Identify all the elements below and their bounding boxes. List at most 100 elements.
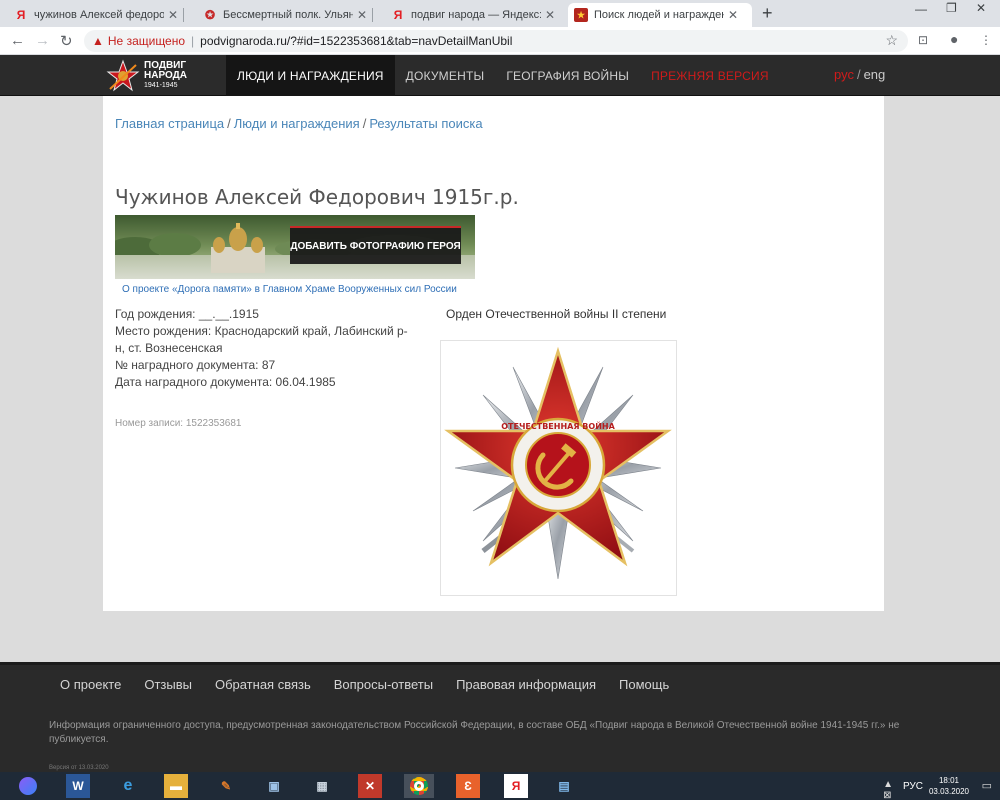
bookmark-star-icon[interactable]: ☆	[885, 32, 898, 49]
order-star-icon	[106, 59, 140, 92]
award-title: Орден Отечественной войны II степени	[446, 307, 667, 321]
main-menu: ЛЮДИ И НАГРАЖДЕНИЯ ДОКУМЕНТЫ ГЕОГРАФИЯ В…	[226, 55, 780, 96]
yandex-icon: Я	[393, 8, 403, 22]
footer-link-faq[interactable]: Вопросы-ответы	[334, 677, 433, 692]
lang-separator: /	[856, 67, 861, 82]
footer-link-about[interactable]: О проекте	[60, 677, 121, 692]
warning-icon: ▲	[92, 34, 104, 48]
breadcrumb-results[interactable]: Результаты поиска	[369, 116, 482, 131]
menu-people-awards[interactable]: ЛЮДИ И НАГРАЖДЕНИЯ	[226, 55, 395, 96]
ie-icon[interactable]: e	[116, 774, 140, 798]
person-info: Год рождения: __.__.1915 Место рождения:…	[115, 306, 415, 391]
add-hero-photo-button[interactable]: ДОБАВИТЬ ФОТОГРАФИЮ ГЕРОЯ	[290, 226, 461, 264]
new-tab-button[interactable]: +	[762, 3, 773, 24]
footer-legal-note: Информация ограниченного доступа, предус…	[49, 720, 900, 745]
app-icon[interactable]: Ɛ	[456, 774, 480, 798]
forward-icon[interactable]: →	[35, 32, 50, 49]
browser-tab-bar: Я чужинов Алексей федорович — ✕ ✪ Бессме…	[0, 0, 1000, 27]
minimize-icon[interactable]: —	[915, 2, 927, 16]
medal-inscription: ОТЕЧЕСТВЕННАЯ ВОЙНА	[501, 420, 615, 431]
clock[interactable]: 18:01 03.03.2020	[929, 775, 969, 797]
breadcrumb-home[interactable]: Главная страница	[115, 116, 224, 131]
profile-icon[interactable]: ●	[950, 31, 958, 47]
extension-icon[interactable]: ⊡	[918, 33, 928, 47]
folder-icon[interactable]: ▬	[164, 774, 188, 798]
banner-caption-link[interactable]: О проекте «Дорога памяти» в Главном Храм…	[122, 284, 457, 295]
close-icon[interactable]: ✕	[545, 8, 555, 22]
breadcrumb-separator: /	[227, 116, 231, 131]
award-doc-date: Дата наградного документа: 06.04.1985	[115, 375, 336, 389]
site-footer: О проекте Отзывы Обратная связь Вопросы-…	[0, 662, 1000, 772]
add-photo-banner[interactable]: ДОБАВИТЬ ФОТОГРАФИЮ ГЕРОЯ	[115, 215, 475, 279]
clock-date: 03.03.2020	[928, 787, 969, 796]
page-title: Чужинов Алексей Федорович 1915г.р.	[115, 185, 519, 209]
breadcrumb-people[interactable]: Люди и награждения	[234, 116, 360, 131]
photo-viewer-icon[interactable]: ▤	[552, 774, 576, 798]
back-icon[interactable]: ←	[10, 32, 25, 49]
lang-en[interactable]: eng	[864, 67, 886, 82]
footer-nav: О проекте Отзывы Обратная связь Вопросы-…	[60, 677, 692, 692]
chrome-icon[interactable]	[404, 774, 434, 798]
podvig-icon: ★	[574, 8, 588, 22]
tab-title: Поиск людей и награждения	[594, 9, 724, 21]
logo-text: ПОДВИГ НАРОДА 1941-1945	[144, 61, 187, 91]
church-graphic	[211, 223, 265, 273]
tab-title: чужинов Алексей федорович —	[34, 9, 164, 21]
footer-link-help[interactable]: Помощь	[619, 677, 669, 692]
notifications-icon[interactable]: ▭	[982, 779, 992, 792]
keyboard-language[interactable]: РУС	[903, 781, 923, 792]
browser-tab-2[interactable]: ✪ Бессмертный полк. Ульяновск. С ✕	[197, 3, 374, 27]
language-switch: рус / eng	[834, 67, 885, 82]
yandex-browser-icon[interactable]: Я	[504, 774, 528, 798]
restore-icon[interactable]: ❐	[946, 1, 957, 15]
lang-ru[interactable]: рус	[834, 67, 854, 82]
menu-war-geography[interactable]: ГЕОГРАФИЯ ВОЙНЫ	[495, 55, 640, 96]
star-icon: ✪	[204, 8, 216, 22]
browser-tab-4[interactable]: ★ Поиск людей и награждения ✕	[568, 3, 752, 27]
menu-documents[interactable]: ДОКУМЕНТЫ	[395, 55, 496, 96]
menu-dots-icon[interactable]: ⋮	[980, 33, 992, 47]
tab-title: Бессмертный полк. Ульяновск. С	[223, 9, 353, 21]
close-icon[interactable]: ✕	[728, 8, 738, 22]
close-icon[interactable]: ✕	[357, 8, 367, 22]
url-text[interactable]: podvignaroda.ru/?#id=1522353681&tab=navD…	[200, 34, 512, 48]
yandex-icon: Я	[16, 8, 26, 22]
order-patriotic-war-image: ОТЕЧЕСТВЕННАЯ ВОЙНА	[444, 346, 672, 580]
footer-link-legal[interactable]: Правовая информация	[456, 677, 596, 692]
footer-version: Версия от 13.03.2020	[49, 765, 109, 771]
detail-card: Главная страница / Люди и награждения / Резу…	[103, 96, 884, 611]
media-icon[interactable]: ✕	[358, 774, 382, 798]
award-doc-number: № наградного документа: 87	[115, 358, 276, 372]
paint-icon[interactable]: ✎	[214, 774, 238, 798]
calculator-icon[interactable]: ▦	[310, 774, 334, 798]
windows-taskbar: W e ▬ ✎ ▣ ▦ ✕ Ɛ Я ▤ ▲ ⊠ ◫ ♪ РУС 18:01 03…	[0, 772, 1000, 800]
alice-icon[interactable]	[16, 774, 40, 798]
site-header: ПОДВИГ НАРОДА 1941-1945 ЛЮДИ И НАГРАЖДЕН…	[0, 55, 1000, 96]
tray-icons[interactable]: ▲ ⊠ ◫ ♪	[883, 779, 896, 800]
word-icon[interactable]: W	[66, 774, 90, 798]
logo-years: 1941-1945	[144, 82, 178, 89]
award-image-frame[interactable]: ОТЕЧЕСТВЕННАЯ ВОЙНА	[440, 340, 677, 596]
breadcrumb-separator: /	[362, 116, 367, 131]
browser-tab-1[interactable]: Я чужинов Алексей федорович — ✕	[8, 3, 185, 27]
tab-title: подвиг народа — Яндекс: нашл	[411, 9, 541, 21]
footer-link-feedback[interactable]: Обратная связь	[215, 677, 311, 692]
close-icon[interactable]: ✕	[168, 8, 178, 22]
security-label[interactable]: Не защищено	[108, 34, 185, 48]
browser-toolbar: ← → ↻ ▲ Не защищено | podvignaroda.ru/?#…	[0, 27, 1000, 55]
browser-tab-3[interactable]: Я подвиг народа — Яндекс: нашл ✕	[385, 3, 561, 27]
computer-icon[interactable]: ▣	[262, 774, 286, 798]
birth-year: Год рождения: __.__.1915	[115, 307, 259, 321]
record-number: Номер записи: 1522353681	[115, 418, 242, 429]
close-window-icon[interactable]: ✕	[976, 1, 986, 15]
birth-place: Место рождения: Краснодарский край, Лаби…	[115, 324, 408, 355]
address-separator: |	[191, 34, 195, 48]
address-bar[interactable]: ▲ Не защищено | podvignaroda.ru/?#id=152…	[84, 30, 908, 52]
menu-old-version[interactable]: ПРЕЖНЯЯ ВЕРСИЯ	[640, 55, 780, 96]
breadcrumb: Главная страница / Люди и награждения / Резу…	[115, 116, 483, 131]
clock-time: 18:01	[938, 776, 959, 785]
site-logo[interactable]: ПОДВИГ НАРОДА 1941-1945	[106, 59, 198, 93]
reload-icon[interactable]: ↻	[60, 32, 73, 50]
footer-link-reviews[interactable]: Отзывы	[144, 677, 192, 692]
logo-line2: НАРОДА	[144, 70, 187, 81]
